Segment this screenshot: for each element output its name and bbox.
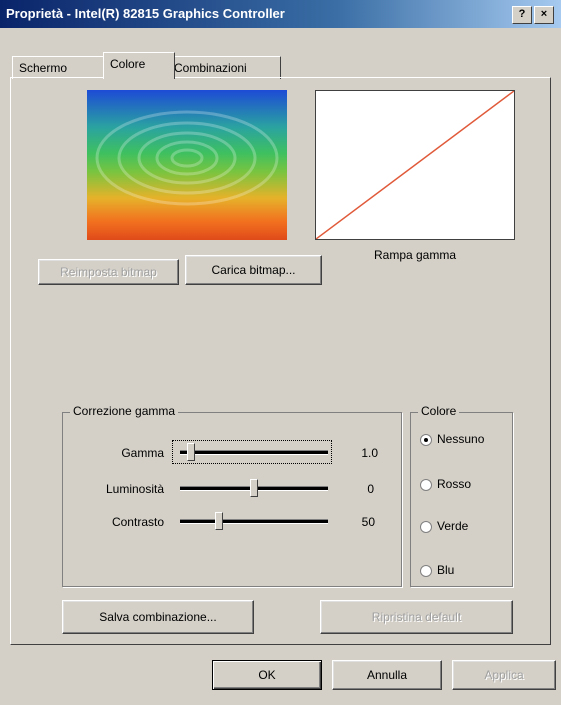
- tab-colore[interactable]: Colore: [103, 52, 175, 79]
- close-button[interactable]: ×: [534, 6, 554, 24]
- cancel-button[interactable]: Annulla: [332, 660, 442, 690]
- tab-panel-colore: [10, 77, 551, 645]
- help-button[interactable]: ?: [512, 6, 532, 24]
- tab-schermo[interactable]: Schermo: [12, 56, 110, 79]
- window-title: Proprietà - Intel(R) 82815 Graphics Cont…: [6, 6, 285, 21]
- ok-button[interactable]: OK: [212, 660, 322, 690]
- apply-button[interactable]: Applica: [452, 660, 556, 690]
- tab-combinazioni[interactable]: Combinazioni: [167, 56, 281, 79]
- title-bar[interactable]: Proprietà - Intel(R) 82815 Graphics Cont…: [0, 0, 561, 28]
